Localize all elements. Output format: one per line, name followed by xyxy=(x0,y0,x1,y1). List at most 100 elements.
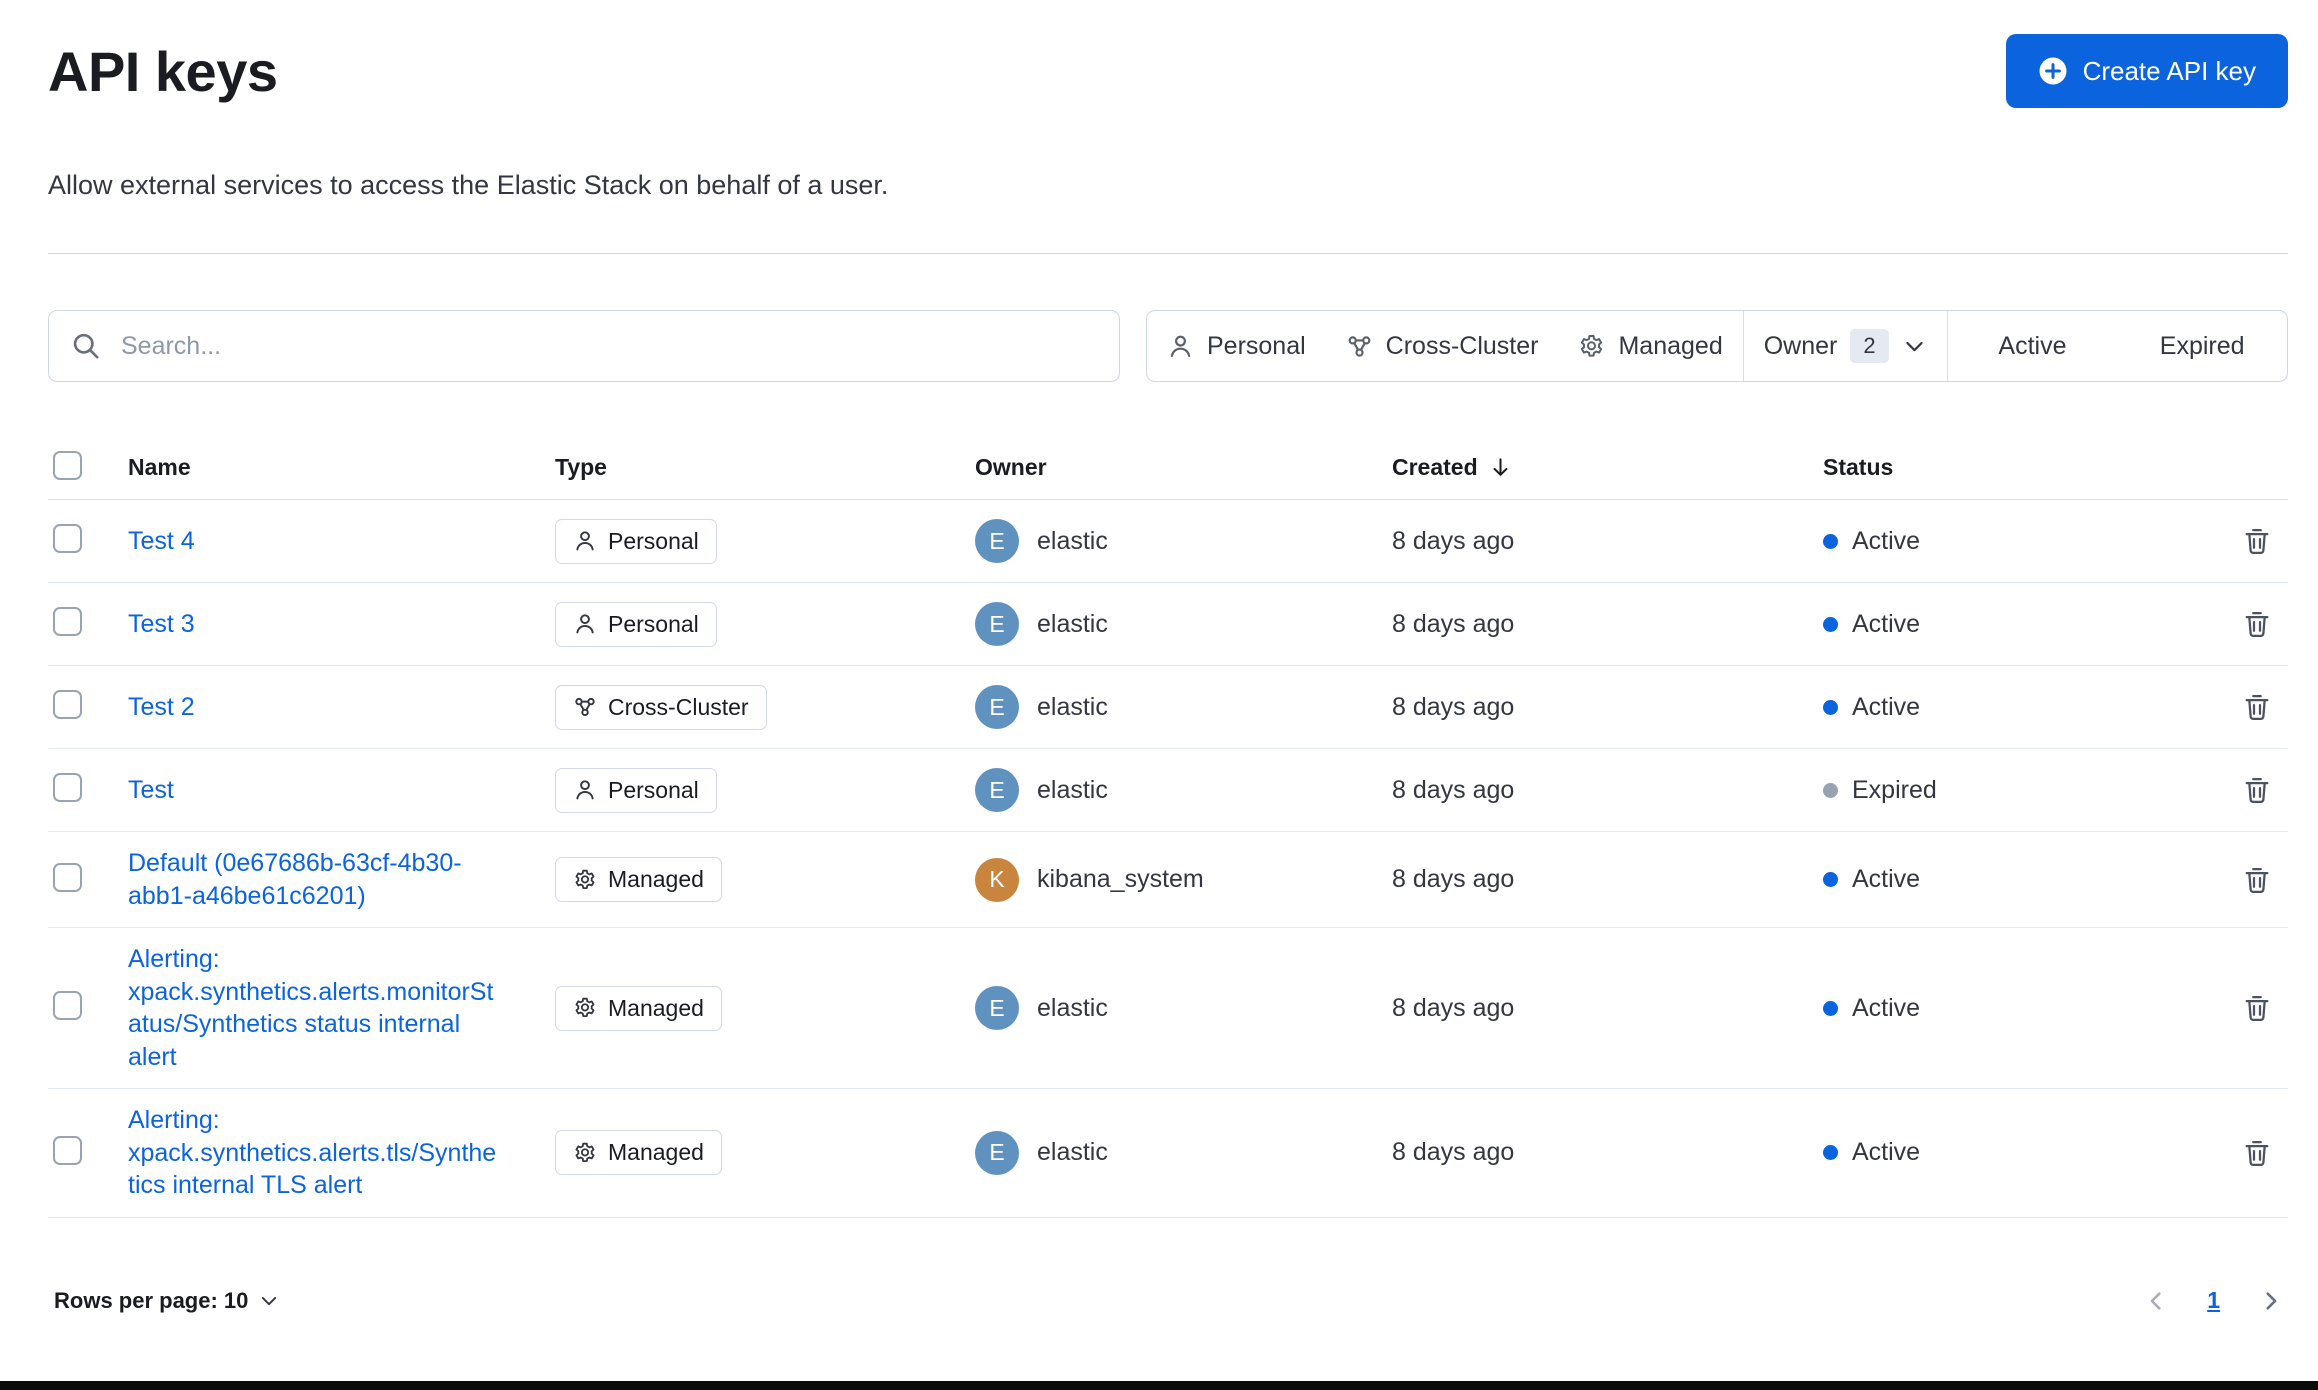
filter-managed-button[interactable]: Managed xyxy=(1558,311,1742,381)
owner-cell: E elastic xyxy=(975,768,1392,812)
filter-active-label: Active xyxy=(1998,331,2067,360)
status-dot xyxy=(1823,533,1838,549)
status-cell: Active xyxy=(1815,693,2208,722)
chevron-down-icon xyxy=(1902,334,1927,359)
owner-name: elastic xyxy=(1037,526,1108,555)
type-badge: Personal xyxy=(555,767,717,813)
previous-page-button[interactable] xyxy=(2139,1284,2173,1318)
plus-in-circle-icon xyxy=(2038,56,2068,86)
status-cell: Active xyxy=(1815,994,2208,1023)
user-icon xyxy=(573,612,597,636)
page-header: API keys Create API key xyxy=(48,34,2288,108)
type-cell: Managed xyxy=(555,857,975,902)
page-number-1[interactable]: 1 xyxy=(2207,1287,2220,1314)
created-cell: 8 days ago xyxy=(1392,775,1515,804)
status-dot xyxy=(1823,1000,1838,1016)
status-label: Active xyxy=(1852,1138,1921,1167)
page-subtitle: Allow external services to access the El… xyxy=(48,170,889,200)
row-checkbox[interactable] xyxy=(53,1135,82,1165)
column-header-name: Name xyxy=(128,454,191,480)
owner-cell: K kibana_system xyxy=(975,857,1392,902)
row-checkbox[interactable] xyxy=(53,690,82,719)
delete-api-key-button[interactable] xyxy=(2236,520,2278,562)
api-key-name-link[interactable]: Alerting: xpack.synthetics.alerts.monito… xyxy=(128,943,499,1073)
header-checkbox-cell xyxy=(48,450,128,485)
bottom-bar xyxy=(0,1381,2318,1390)
type-badge-label: Managed xyxy=(608,994,704,1021)
type-badge: Managed xyxy=(555,1130,722,1176)
delete-api-key-button[interactable] xyxy=(2236,769,2278,811)
header-divider xyxy=(48,253,2288,254)
filter-personal-button[interactable]: Personal xyxy=(1147,311,1326,381)
type-badge-label: Managed xyxy=(608,866,704,892)
api-key-name-link[interactable]: Test 4 xyxy=(128,525,195,558)
owner-cell: E elastic xyxy=(975,1130,1392,1175)
owner-name: elastic xyxy=(1037,609,1108,638)
name-cell: Alerting: xpack.synthetics.alerts.tls/Sy… xyxy=(128,1104,555,1202)
row-checkbox-cell xyxy=(48,690,128,724)
filter-owner-button[interactable]: Owner 2 xyxy=(1742,311,1948,381)
name-cell: Test 2 xyxy=(128,691,555,724)
owner-name: elastic xyxy=(1037,1138,1108,1167)
avatar: E xyxy=(975,685,1019,729)
actions-cell xyxy=(2236,987,2288,1029)
created-cell: 8 days ago xyxy=(1392,865,1515,893)
status-dot xyxy=(1823,616,1838,632)
actions-cell xyxy=(2236,1132,2288,1174)
actions-cell xyxy=(2236,603,2288,645)
status-label: Active xyxy=(1852,865,1921,893)
row-checkbox[interactable] xyxy=(53,524,82,553)
api-key-name-link[interactable]: Test 3 xyxy=(128,608,195,641)
row-checkbox[interactable] xyxy=(53,991,82,1020)
table-row: Default (0e67686b-63cf-4b30-abb1-a46be61… xyxy=(48,832,2288,928)
status-label: Expired xyxy=(1852,775,1937,804)
filter-active-button[interactable]: Active xyxy=(1948,311,2118,381)
delete-api-key-button[interactable] xyxy=(2236,603,2278,645)
created-cell: 8 days ago xyxy=(1392,609,1515,638)
api-key-name-link[interactable]: Default (0e67686b-63cf-4b30-abb1-a46be61… xyxy=(128,847,499,912)
type-badge: Managed xyxy=(555,985,722,1031)
name-cell: Alerting: xpack.synthetics.alerts.monito… xyxy=(128,943,555,1073)
name-cell: Test 3 xyxy=(128,608,555,641)
gear-icon xyxy=(573,868,597,892)
api-key-name-link[interactable]: Alerting: xpack.synthetics.alerts.tls/Sy… xyxy=(128,1104,499,1202)
delete-api-key-button[interactable] xyxy=(2236,859,2278,901)
type-badge-label: Cross-Cluster xyxy=(608,693,749,720)
create-api-key-button[interactable]: Create API key xyxy=(2005,34,2288,108)
search-input[interactable] xyxy=(119,330,1097,362)
filter-expired-button[interactable]: Expired xyxy=(2117,311,2287,381)
type-badge: Personal xyxy=(555,518,717,564)
rows-per-page-button[interactable]: Rows per page: 10 xyxy=(48,1287,286,1315)
delete-api-key-button[interactable] xyxy=(2236,686,2278,728)
owner-name: elastic xyxy=(1037,692,1108,721)
row-checkbox[interactable] xyxy=(53,607,82,636)
sort-descending-icon xyxy=(1488,455,1513,480)
gear-icon xyxy=(573,1141,597,1165)
type-badge-label: Personal xyxy=(608,776,699,803)
owner-cell: E elastic xyxy=(975,986,1392,1030)
avatar: E xyxy=(975,986,1019,1030)
delete-api-key-button[interactable] xyxy=(2236,1132,2278,1174)
actions-cell xyxy=(2236,769,2288,811)
created-cell: 8 days ago xyxy=(1392,993,1515,1022)
user-icon xyxy=(573,529,597,553)
select-all-checkbox[interactable] xyxy=(53,450,82,480)
owner-name: kibana_system xyxy=(1037,865,1204,893)
row-checkbox[interactable] xyxy=(53,773,82,802)
table-row: Test Personal E elastic 8 days ago Expir… xyxy=(48,749,2288,832)
filter-cross-cluster-button[interactable]: Cross-Cluster xyxy=(1326,311,1559,381)
type-badge: Personal xyxy=(555,601,717,647)
api-key-name-link[interactable]: Test 2 xyxy=(128,691,195,724)
avatar: K xyxy=(975,857,1019,902)
delete-api-key-button[interactable] xyxy=(2236,987,2278,1029)
column-header-created[interactable]: Created xyxy=(1392,454,1815,481)
user-icon xyxy=(1167,333,1194,360)
status-dot xyxy=(1823,782,1838,798)
row-checkbox[interactable] xyxy=(53,862,82,892)
status-cell: Active xyxy=(1815,1138,2208,1167)
filter-group: Personal Cross-Cluster Managed Owner 2 A… xyxy=(1146,310,2288,382)
api-key-name-link[interactable]: Test xyxy=(128,774,174,807)
next-page-button[interactable] xyxy=(2254,1284,2288,1318)
page-title: API keys xyxy=(48,39,278,103)
cross-cluster-icon xyxy=(573,695,597,719)
